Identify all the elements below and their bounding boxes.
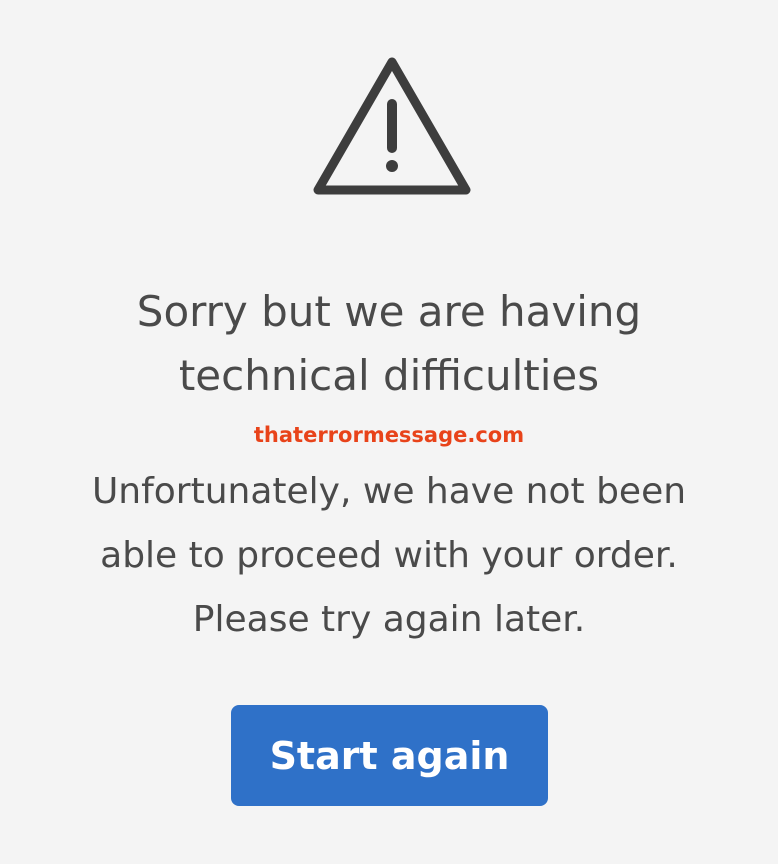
error-heading: Sorry but we are having technical diffic… [0, 280, 778, 408]
watermark-text: thaterrormessage.com [253, 423, 525, 447]
error-message: Unfortunately, we have not been able to … [0, 460, 778, 652]
error-heading-line-2: technical difficulties [178, 351, 600, 400]
error-heading-line-1: Sorry but we are having [136, 287, 642, 336]
warning-triangle-icon [313, 57, 471, 195]
error-message-line-1: Unfortunately, we have not been [91, 471, 687, 512]
error-page: Sorry but we are having technical diffic… [0, 0, 778, 864]
start-again-button[interactable]: Start again [231, 705, 548, 806]
error-message-line-3: Please try again later. [192, 599, 586, 640]
error-message-line-2: able to proceed with your order. [100, 535, 678, 576]
